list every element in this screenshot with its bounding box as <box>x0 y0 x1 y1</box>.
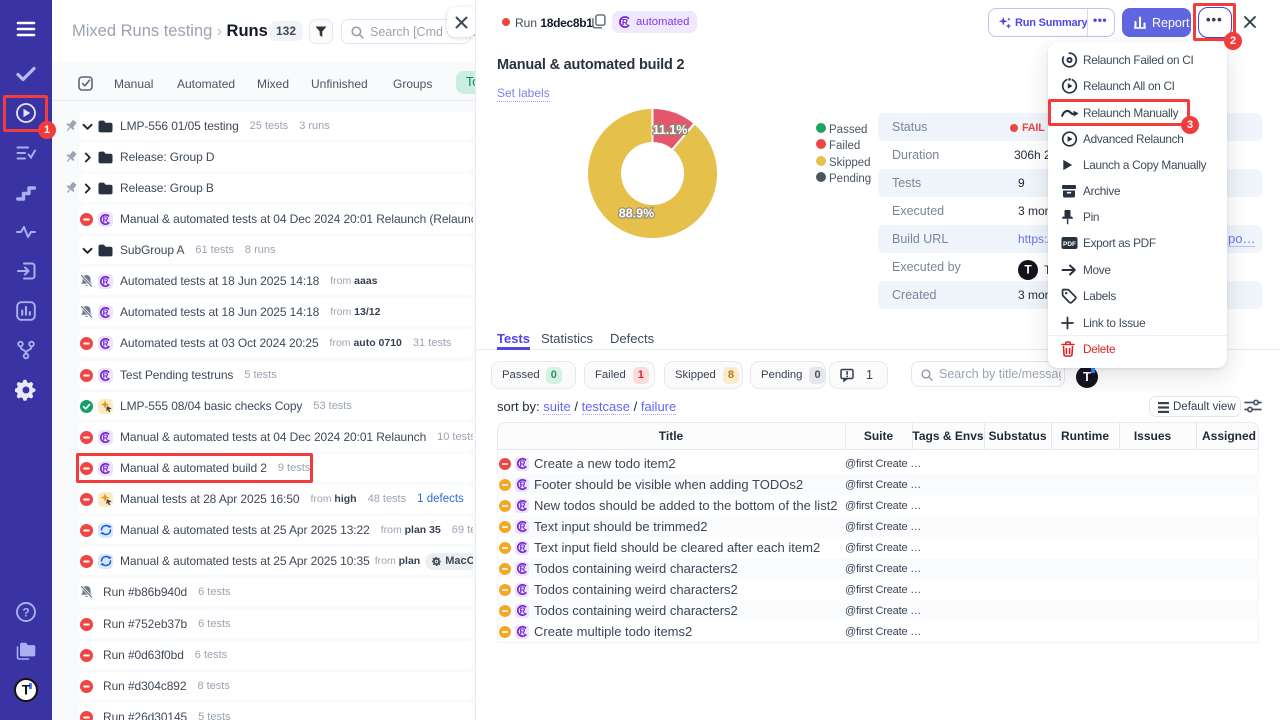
svg-text:R: R <box>103 215 109 224</box>
svg-text:R: R <box>622 17 629 27</box>
svg-text:R: R <box>519 627 525 636</box>
svg-text:R: R <box>519 459 525 468</box>
svg-text:R: R <box>519 564 525 573</box>
svg-text:R: R <box>103 371 109 380</box>
svg-text:R: R <box>519 480 525 489</box>
svg-text:PDF: PDF <box>1063 241 1076 248</box>
svg-text:R: R <box>519 543 525 552</box>
svg-text:R: R <box>519 585 525 594</box>
svg-text:?: ? <box>22 606 29 620</box>
svg-text:R: R <box>103 433 109 442</box>
svg-text:88.9%: 88.9% <box>619 207 654 221</box>
svg-text:11.1%: 11.1% <box>653 123 688 137</box>
svg-text:R: R <box>519 501 525 510</box>
svg-text:R: R <box>519 522 525 531</box>
svg-text:R: R <box>519 606 525 615</box>
svg-text:R: R <box>103 339 109 348</box>
svg-text:R: R <box>103 308 109 317</box>
svg-text:R: R <box>103 277 109 286</box>
